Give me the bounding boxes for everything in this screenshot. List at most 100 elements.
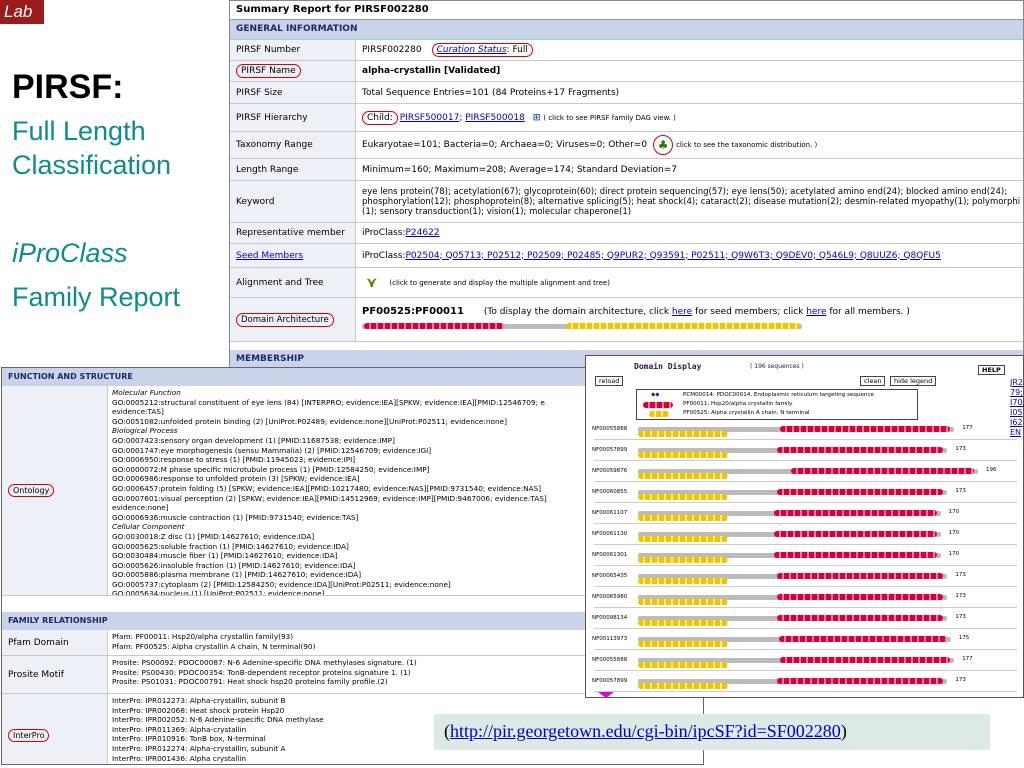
here-seed-link[interactable]: here <box>672 307 692 317</box>
source-url-link[interactable]: http://pir.georgetown.edu/cgi-bin/ipcSF?… <box>450 721 841 741</box>
label-pirsf-name: PIRSF Name <box>230 61 356 81</box>
seed-members-link[interactable]: Seed Members <box>236 251 303 261</box>
sequence-count: ( 196 sequences ) <box>750 363 804 370</box>
pf00011-domain <box>777 573 944 579</box>
child-label: Child: <box>362 110 398 125</box>
pf00525-domain <box>638 536 728 542</box>
sequence-id[interactable]: NF00061107 <box>592 510 627 516</box>
clean-button[interactable]: clean <box>860 376 886 386</box>
pf00011-domain <box>774 552 937 558</box>
membership-link[interactable]: I62 <box>1010 418 1024 428</box>
legend-text: PCM00014: PDOC00014, Endoplasmic reticul… <box>683 392 874 398</box>
sequence-length: 173 <box>955 572 966 578</box>
curation-status-link[interactable]: Curation Status <box>437 45 507 55</box>
sequence-id[interactable]: NF00057899 <box>592 678 627 684</box>
sequence-id[interactable]: NF00055888 <box>592 657 627 663</box>
pf00011-domain <box>777 678 944 684</box>
row-divider <box>594 691 1017 692</box>
sequence-length: 177 <box>962 656 973 662</box>
dag-view-icon[interactable]: ⊞ <box>533 113 541 123</box>
reload-button[interactable]: reload <box>595 376 624 386</box>
value-seed-members: iProClass: P02504; Q05713; P02512; P0250… <box>356 244 1023 267</box>
pf00525-domain <box>638 662 728 668</box>
pf00525-domain <box>638 494 728 500</box>
value-domain-architecture: PF00525:PF00011 (To display the domain ar… <box>356 298 1023 341</box>
sequence-length: 173 <box>955 593 966 599</box>
pf00525-domain <box>638 431 728 437</box>
pf00011-domain <box>774 510 937 516</box>
ontology-circled: Ontology <box>8 484 55 497</box>
row-pirsf-size: PIRSF Size Total Sequence Entries=101 (8… <box>230 82 1023 104</box>
sequence-id[interactable]: NF00060855 <box>592 489 627 495</box>
pf00011-domain <box>774 531 937 537</box>
sequence-length: 170 <box>948 509 960 515</box>
child-link-pirsf500018[interactable]: PIRSF500018 <box>465 113 525 123</box>
hide-legend-button[interactable]: hide legend <box>890 376 937 386</box>
row-keyword: Keyword eye lens protein(78); acetylatio… <box>230 181 1023 223</box>
sequence-id[interactable]: NF00055888 <box>592 426 627 432</box>
source-url-box: (http://pir.georgetown.edu/cgi-bin/ipcSF… <box>434 714 990 750</box>
label-representative-member: Representative member <box>230 223 356 243</box>
domain-architecture-circled: Domain Architecture <box>236 312 334 327</box>
membership-link[interactable]: I70; <box>1010 398 1024 408</box>
alignment-tree-icon[interactable]: ⋎ <box>366 275 377 291</box>
pf00011-domain <box>778 636 947 642</box>
taxonomy-tree-icon[interactable]: ♣ <box>653 135 674 155</box>
sequence-length: 170 <box>948 551 960 557</box>
membership-side-links: JR2 79; I70; I05 I62 EN <box>1010 378 1024 438</box>
sequence-id[interactable]: NF00061301 <box>592 552 627 558</box>
sequence-length: 175 <box>958 635 970 641</box>
membership-link[interactable]: 79; <box>1010 388 1024 398</box>
sequence-length: 173 <box>955 488 966 494</box>
domain-display-window: Domain Display ( 196 sequences ) HELP re… <box>585 355 1024 698</box>
row-pirsf-name: PIRSF Name alpha-crystallin [Validated] <box>230 61 1023 82</box>
lab-badge: Lab <box>0 0 44 24</box>
label-pirsf-hierarchy: PIRSF Hierarchy <box>230 104 356 131</box>
label-pirsf-number: PIRSF Number <box>230 40 356 60</box>
sequence-length: 173 <box>955 614 966 620</box>
domain-legend: ◆◆ PCM00014: PDOC00014, Endoplasmic retic… <box>636 389 918 420</box>
pf00011-domain <box>777 489 944 495</box>
taxonomy-note: click to see the taxonomic distribution.… <box>676 141 818 149</box>
row-domain-architecture: Domain Architecture PF00525:PF00011 (To d… <box>230 298 1023 342</box>
domain-note-b: for seed members; click <box>692 306 807 317</box>
row-pirsf-hierarchy: PIRSF Hierarchy Child: PIRSF500017; PIRS… <box>230 104 1023 132</box>
representative-link[interactable]: P24622 <box>406 228 440 238</box>
iproclass-prefix: iProClass: <box>362 228 406 238</box>
seed-member-links[interactable]: P02504; Q05713; P02512; P02509; P02485; … <box>406 251 941 261</box>
row-divider <box>594 481 1017 482</box>
dag-view-note: ( click to see PIRSF family DAG view. ) <box>543 113 676 122</box>
row-divider <box>594 586 1017 587</box>
taxonomy-range: Eukaryotae=101; Bacteria=0; Archaea=0; V… <box>362 140 648 150</box>
pf00011-domain <box>777 447 944 453</box>
here-all-link[interactable]: here <box>806 307 826 317</box>
domain-note-a: (To display the domain architecture, cli… <box>483 306 672 317</box>
sequence-id[interactable]: NF00098134 <box>592 615 627 621</box>
pf00011-domain <box>780 426 951 432</box>
label-alignment-tree: Alignment and Tree <box>230 268 356 297</box>
expand-arrow-icon[interactable] <box>598 692 614 697</box>
pf00525-domain <box>638 452 728 458</box>
sequence-id[interactable]: NF00059876 <box>592 468 627 474</box>
help-button[interactable]: HELP <box>978 365 1005 375</box>
pf00525-domain <box>638 473 728 479</box>
iproclass-label: iProClass <box>12 238 128 268</box>
pf00525-domain <box>638 599 728 605</box>
row-length-range: Length Range Minimum=160; Maximum=208; A… <box>230 159 1023 181</box>
sequence-id[interactable]: NF00065980 <box>592 594 627 600</box>
membership-link[interactable]: I05 <box>1010 408 1024 418</box>
label-seed-members: Seed Members <box>230 244 356 267</box>
sequence-length: 173 <box>955 446 966 452</box>
length-range: Minimum=160; Maximum=208; Average=174; S… <box>362 164 677 175</box>
sequence-id[interactable]: NF00113973 <box>592 636 627 642</box>
sequence-id[interactable]: NF00065435 <box>592 573 627 579</box>
row-representative-member: Representative member iProClass: P24622 <box>230 223 1023 244</box>
label-prosite: Prosite Motif <box>2 656 108 693</box>
membership-link[interactable]: EN <box>1010 428 1024 438</box>
sequence-id[interactable]: NF00061130 <box>592 531 627 537</box>
sequence-id[interactable]: NF00057899 <box>592 447 627 453</box>
child-link-pirsf500017[interactable]: PIRSF500017 <box>400 113 460 123</box>
membership-link[interactable]: JR2 <box>1010 378 1024 388</box>
value-taxonomy: Eukaryotae=101; Bacteria=0; Archaea=0; V… <box>356 132 1023 158</box>
pf00525-domain <box>638 515 728 521</box>
